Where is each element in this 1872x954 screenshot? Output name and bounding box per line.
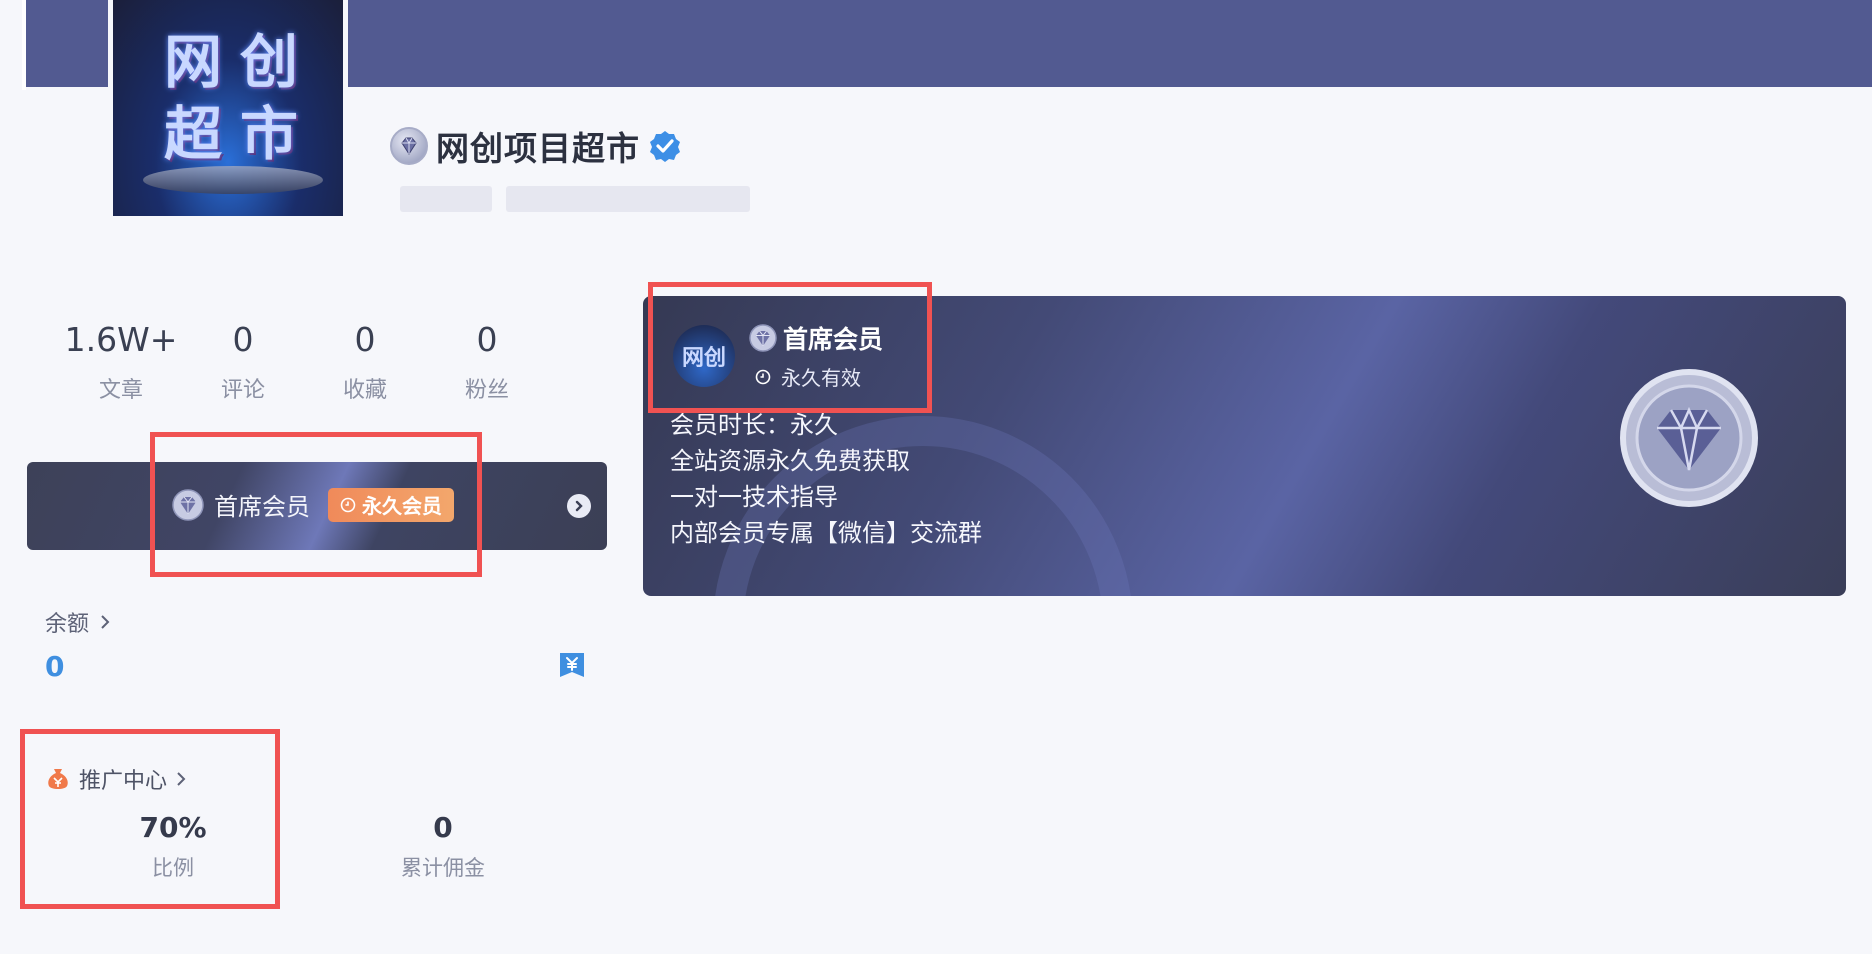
avatar-char: 网	[163, 28, 222, 96]
avatar-pedestal	[143, 166, 323, 194]
stat-comments[interactable]: 0 评论	[182, 318, 304, 404]
chevron-right-icon	[101, 615, 110, 629]
highlight-box-member-bar	[150, 432, 482, 577]
wallet-yen-icon[interactable]	[557, 650, 587, 680]
stat-followers[interactable]: 0 粉丝	[426, 318, 548, 404]
highlight-box-vip-header	[648, 282, 932, 413]
avatar-logo-art: 网 创 超 市	[151, 18, 311, 168]
vip-benefits-list: 会员时长：永久 全站资源永久免费获取 一对一技术指导 内部会员专属【微信】交流群	[670, 407, 982, 551]
vip-benefit: 内部会员专属【微信】交流群	[670, 519, 982, 547]
banner-edge	[22, 0, 26, 90]
profile-name-row: 网创项目超市	[390, 122, 682, 170]
blurred-description	[400, 186, 750, 214]
vip-benefit: 一对一技术指导	[670, 483, 838, 511]
avatar-char: 超	[163, 100, 222, 168]
profile-stats: 1.6W+ 文章 0 评论 0 收藏 0 粉丝	[60, 318, 548, 404]
vip-benefit: 全站资源永久免费获取	[670, 447, 910, 475]
stat-label: 收藏	[342, 378, 387, 403]
total-commission: 0 累计佣金	[348, 810, 538, 882]
stat-value: 0	[232, 320, 254, 359]
balance-label: 余额	[45, 612, 90, 637]
stat-label: 文章	[98, 378, 143, 403]
large-gem-emblem-icon	[1620, 369, 1758, 507]
stat-value: 0	[354, 320, 376, 359]
gem-icon	[390, 127, 428, 165]
avatar-char: 创	[239, 28, 298, 96]
stat-label: 评论	[220, 378, 265, 403]
balance-link[interactable]: 余额	[45, 606, 111, 638]
verified-check-icon	[650, 131, 680, 162]
avatar-char: 市	[239, 100, 298, 168]
stat-label: 粉丝	[464, 378, 509, 403]
profile-avatar[interactable]: 网 创 超 市	[108, 0, 348, 221]
highlight-box-promotion	[20, 729, 280, 909]
stat-value: 1.6W+	[64, 320, 178, 359]
balance-value: 0	[45, 650, 65, 683]
profile-name: 网创项目超市	[436, 129, 640, 168]
total-commission-label: 累计佣金	[401, 856, 485, 880]
total-commission-value: 0	[433, 811, 453, 844]
stat-articles[interactable]: 1.6W+ 文章	[60, 318, 182, 404]
chevron-right-circle-icon[interactable]	[567, 494, 591, 518]
stat-value: 0	[476, 320, 498, 359]
stat-favorites[interactable]: 0 收藏	[304, 318, 426, 404]
